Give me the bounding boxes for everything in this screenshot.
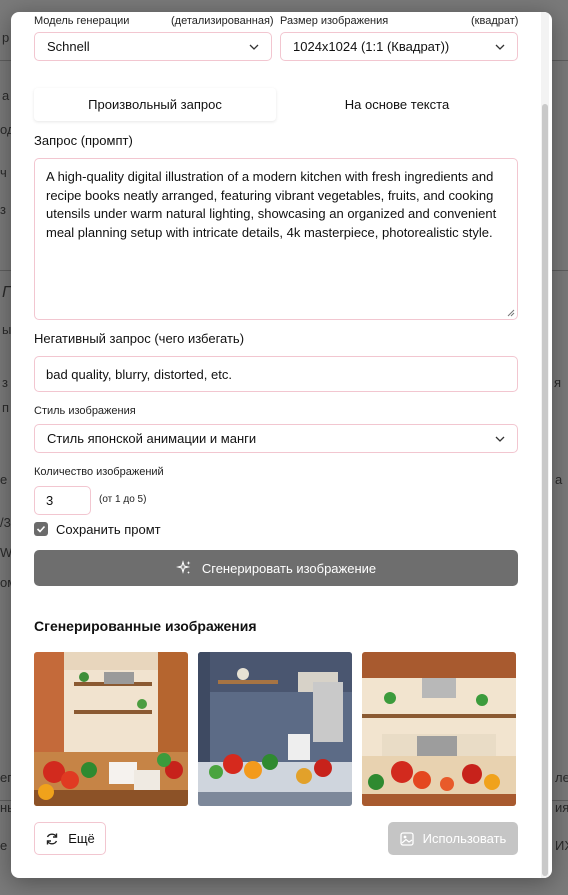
style-select[interactable]: Стиль японской анимации и манги (34, 424, 518, 453)
bg-text: а (555, 472, 563, 487)
resize-grip-icon[interactable] (507, 309, 515, 317)
bg-text: р (2, 30, 10, 45)
tab-custom-prompt[interactable]: Произвольный запрос (34, 88, 276, 121)
generated-images-title: Сгенерированные изображения (34, 618, 257, 634)
use-button-label: Использовать (422, 831, 507, 846)
count-value: 3 (46, 493, 54, 508)
generated-image-3[interactable] (362, 652, 516, 806)
chevron-down-icon (249, 44, 259, 50)
generate-image-button[interactable]: Сгенерировать изображение (34, 550, 518, 586)
count-label: Количество изображений (34, 466, 164, 478)
style-select-value: Стиль японской анимации и манги (47, 431, 257, 446)
generated-image-1[interactable] (34, 652, 188, 806)
bg-text: ия (555, 800, 568, 815)
size-select[interactable]: 1024x1024 (1:1 (Квадрат)) (280, 32, 518, 61)
size-label: Размер изображения (280, 15, 389, 27)
tab-text-based[interactable]: На основе текста (276, 88, 518, 121)
generated-image-2[interactable] (198, 652, 352, 806)
bg-text: я (554, 375, 562, 390)
prompt-label: Запрос (промпт) (34, 133, 133, 148)
bg-text: з (0, 202, 6, 217)
bg-text: Г (2, 284, 11, 301)
generate-image-label: Сгенерировать изображение (201, 560, 377, 576)
more-button-label: Ещё (68, 831, 95, 846)
image-generation-dialog: Модель генерации (детализированная) Разм… (11, 12, 552, 878)
chevron-down-icon (495, 436, 505, 442)
image-icon (400, 831, 414, 846)
model-select[interactable]: Schnell (34, 32, 272, 61)
bg-text: з (2, 375, 8, 390)
model-label: Модель генерации (34, 15, 130, 27)
bg-text: ч (0, 165, 7, 180)
kitchen-image-3 (362, 652, 516, 806)
save-prompt-label: Сохранить промт (56, 522, 161, 537)
bg-text: ле (555, 770, 568, 785)
scrollbar-thumb[interactable] (542, 104, 548, 876)
size-hint: (квадрат) (471, 15, 519, 27)
kitchen-image-2 (198, 652, 352, 806)
use-button[interactable]: Использовать (388, 822, 518, 855)
checkmark-icon (36, 525, 46, 533)
sparkles-icon (175, 560, 191, 574)
count-input[interactable]: 3 (34, 486, 91, 515)
bg-text: ИХ (555, 838, 568, 853)
prompt-text: A high-quality digital illustration of a… (46, 169, 497, 240)
save-prompt-checkbox[interactable] (34, 522, 48, 536)
bg-text: ы (2, 322, 12, 337)
bg-text: п (2, 400, 10, 415)
prompt-mode-tabs: Произвольный запрос На основе текста (34, 88, 518, 121)
model-select-value: Schnell (47, 39, 90, 54)
kitchen-image-1 (34, 652, 188, 806)
count-hint: (от 1 до 5) (99, 494, 147, 505)
style-label: Стиль изображения (34, 405, 136, 417)
prompt-textarea[interactable]: A high-quality digital illustration of a… (34, 158, 518, 320)
chevron-down-icon (495, 44, 505, 50)
negative-prompt-input[interactable]: bad quality, blurry, distorted, etc. (34, 356, 518, 392)
size-select-value: 1024x1024 (1:1 (Квадрат)) (293, 39, 450, 54)
negative-prompt-label: Негативный запрос (чего избегать) (34, 331, 245, 346)
negative-prompt-value: bad quality, blurry, distorted, etc. (46, 366, 232, 382)
refresh-icon (46, 833, 58, 844)
more-button[interactable]: Ещё (34, 822, 106, 855)
model-hint: (детализированная) (171, 15, 274, 27)
